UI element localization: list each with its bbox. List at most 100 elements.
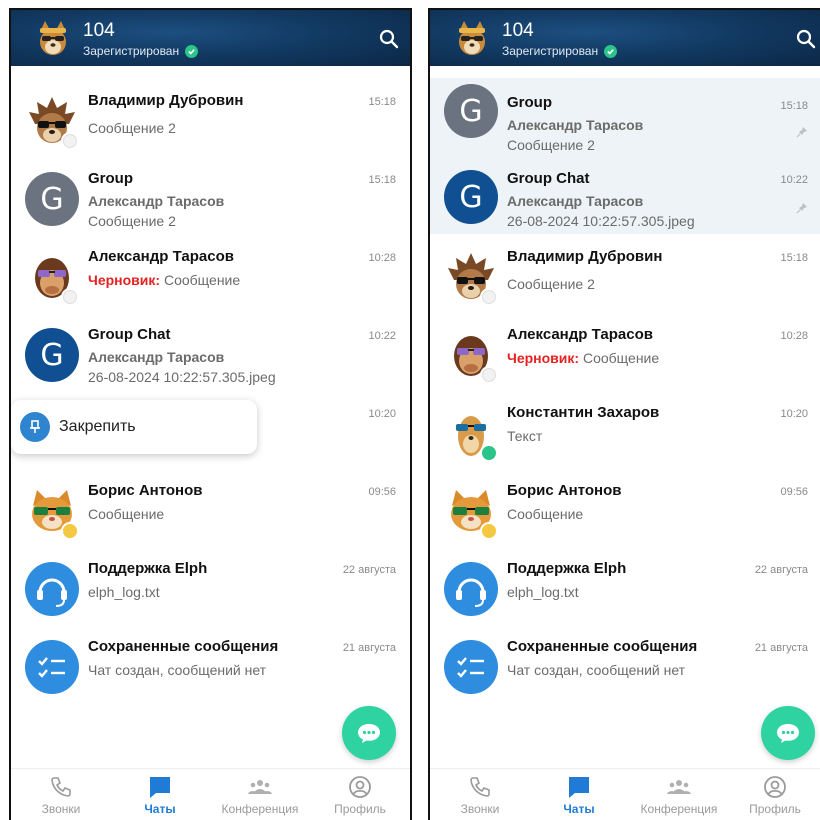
chat-name: Борис Антонов <box>88 482 203 499</box>
chat-item[interactable]: G Group Александр Тарасов Сообщение 2 15… <box>11 166 410 244</box>
context-menu: Закрепить <box>11 400 257 454</box>
nav-calls[interactable]: Звонки <box>16 775 106 816</box>
new-chat-button[interactable] <box>761 706 815 760</box>
saved-avatar <box>25 640 79 694</box>
nav-chats[interactable]: Чаты <box>115 775 205 816</box>
phone-icon <box>470 777 490 797</box>
group-icon <box>667 780 691 794</box>
chat-item[interactable]: Борис Антонов Сообщение 09:56 <box>11 478 410 556</box>
user-avatar[interactable] <box>33 18 73 58</box>
chat-item[interactable]: G Group Chat Александр Тарасов 26-08-202… <box>11 322 410 400</box>
group-icon <box>248 780 272 794</box>
last-message: elph_log.txt <box>88 584 160 600</box>
nav-calls[interactable]: Звонки <box>435 775 525 816</box>
account-number: 104 <box>83 20 115 41</box>
chat-item[interactable]: Поддержка Elph elph_log.txt 22 августа <box>430 556 820 634</box>
chat-item-pinned[interactable]: G Group Александр Тарасов Сообщение 2 15… <box>430 78 820 156</box>
chat-item[interactable]: Сохраненные сообщения Чат создан, сообще… <box>430 634 820 712</box>
nav-chats[interactable]: Чаты <box>534 775 624 816</box>
app-header: 104 Зарегистрирован <box>430 10 820 66</box>
chat-time: 09:56 <box>368 486 396 498</box>
search-icon[interactable] <box>379 29 399 49</box>
draft-text: Сообщение <box>579 350 660 366</box>
user-avatar[interactable] <box>452 18 492 58</box>
presence-indicator <box>480 522 498 540</box>
chat-list: Владимир Дубровин Сообщение 2 15:18 G Gr… <box>11 66 410 770</box>
pin-icon <box>796 127 807 138</box>
bottom-nav: Звонки Чаты Конференция Профиль <box>430 768 820 820</box>
draft-message: Черновик: Сообщение <box>88 272 240 288</box>
nav-profile[interactable]: Профиль <box>730 775 820 816</box>
nav-conferences-label: Конференция <box>221 802 299 816</box>
chat-name: Константин Захаров <box>507 404 660 421</box>
chat-item[interactable]: Константин Захаров Текст 10:20 <box>430 400 820 478</box>
chat-name: Александр Тарасов <box>88 248 234 265</box>
message-bubble-icon <box>777 724 799 743</box>
last-message: elph_log.txt <box>507 584 579 600</box>
last-message: Текст <box>507 428 543 444</box>
chat-icon <box>150 777 170 798</box>
last-message: 26-08-2024 10:22:57.305.jpeg <box>88 369 276 385</box>
last-message: Сообщение 2 <box>507 276 595 292</box>
chat-time: 10:22 <box>368 330 396 342</box>
message-sender: Александр Тарасов <box>507 193 644 209</box>
pin-icon <box>796 203 807 214</box>
last-message: Сообщение 2 <box>88 120 176 136</box>
chat-item[interactable]: Сохраненные сообщения Чат создан, сообще… <box>11 634 410 712</box>
chat-name: Владимир Дубровин <box>88 92 244 109</box>
pin-menu-item[interactable]: Закрепить <box>59 418 136 436</box>
presence-indicator <box>480 444 498 462</box>
support-avatar <box>25 562 79 616</box>
profile-icon <box>764 776 786 798</box>
chat-time: 22 августа <box>754 564 808 576</box>
chat-item[interactable]: Владимир Дубровин Сообщение 2 15:18 <box>430 244 820 322</box>
nav-profile-label: Профиль <box>334 802 386 816</box>
message-sender: Александр Тарасов <box>88 193 225 209</box>
chat-item[interactable]: Борис Антонов Сообщение 09:56 <box>430 478 820 556</box>
last-message: Чат создан, сообщений нет <box>88 662 267 678</box>
chat-time: 21 августа <box>342 642 396 654</box>
last-message: Чат создан, сообщений нет <box>507 662 686 678</box>
search-icon[interactable] <box>796 29 816 49</box>
check-icon <box>604 44 618 58</box>
registration-status: Зарегистрирован <box>83 44 199 58</box>
presence-indicator <box>61 288 79 306</box>
chat-name: Сохраненные сообщения <box>88 638 279 655</box>
message-sender: Александр Тарасов <box>88 349 225 365</box>
chat-time: 10:28 <box>368 252 396 264</box>
presence-indicator <box>480 288 498 306</box>
pin-icon <box>20 412 50 442</box>
nav-calls-label: Звонки <box>41 802 81 816</box>
chat-name: Group Chat <box>507 170 590 187</box>
chat-time: 15:18 <box>368 96 396 108</box>
nav-conferences[interactable]: Конференция <box>215 775 305 816</box>
message-bubble-icon <box>358 724 380 743</box>
nav-profile[interactable]: Профиль <box>315 775 405 816</box>
group-avatar: G <box>444 84 498 138</box>
chat-list: G Group Александр Тарасов Сообщение 2 15… <box>430 66 820 770</box>
chat-item[interactable]: Александр Тарасов Черновик: Сообщение 10… <box>430 322 820 400</box>
last-message: 26-08-2024 10:22:57.305.jpeg <box>507 213 695 229</box>
group-avatar: G <box>25 172 79 226</box>
new-chat-button[interactable] <box>342 706 396 760</box>
chat-item-pinned[interactable]: G Group Chat Александр Тарасов 26-08-202… <box>430 156 820 234</box>
presence-indicator <box>61 522 79 540</box>
phone-screen-right: 104 Зарегистрирован G Group Александр Та… <box>428 8 820 820</box>
nav-calls-label: Звонки <box>460 802 500 816</box>
nav-conferences[interactable]: Конференция <box>634 775 724 816</box>
nav-profile-label: Профиль <box>749 802 801 816</box>
chat-item[interactable]: Александр Тарасов Черновик: Сообщение 10… <box>11 244 410 322</box>
support-avatar <box>444 562 498 616</box>
chat-item[interactable]: Поддержка Elph elph_log.txt 22 августа <box>11 556 410 634</box>
chat-name: Сохраненные сообщения <box>507 638 698 655</box>
app-header: 104 Зарегистрирован <box>11 10 410 66</box>
chat-time: 15:18 <box>780 252 808 264</box>
chat-time: 09:56 <box>780 486 808 498</box>
presence-indicator <box>61 132 79 150</box>
chat-item[interactable]: Владимир Дубровин Сообщение 2 15:18 <box>11 88 410 166</box>
draft-text: Сообщение <box>160 272 241 288</box>
last-message: Сообщение <box>88 506 165 522</box>
chat-name: Group <box>88 170 133 187</box>
chat-name: Александр Тарасов <box>507 326 653 343</box>
chat-time: 22 августа <box>342 564 396 576</box>
